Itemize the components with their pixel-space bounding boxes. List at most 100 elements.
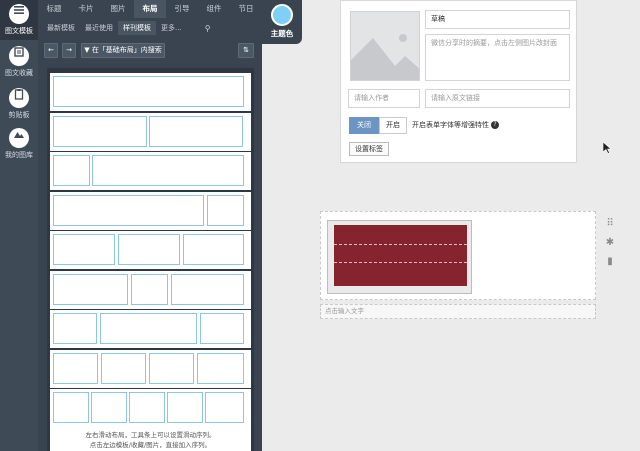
layout-cell	[53, 313, 97, 344]
title-input[interactable]: 草稿	[425, 10, 570, 29]
left-rail: 图文模板 图文收藏 剪贴板 我的图库	[0, 0, 38, 451]
search-scope-button[interactable]: ▼ 在「基础布局」内搜索	[81, 43, 165, 58]
layout-option[interactable]	[50, 389, 251, 427]
enhance-text: 开启表单字体等增强特性	[412, 121, 489, 129]
rail-item-favorites[interactable]: 图文收藏	[0, 42, 38, 82]
search-icon[interactable]: ⚲	[205, 24, 211, 33]
rail-item-label: 我的图库	[5, 151, 33, 159]
toggle-on-button[interactable]: 开启	[379, 117, 407, 134]
tab-1[interactable]: 卡片	[70, 0, 102, 18]
grid-icon[interactable]: ⠿	[603, 218, 617, 230]
layout-cell	[197, 352, 244, 384]
rail-item-label: 图文收藏	[5, 69, 33, 77]
enhance-features-label: 开启表单字体等增强特性?	[412, 117, 499, 134]
subtab-1[interactable]: 最近使用	[80, 21, 118, 35]
rail-item-templates[interactable]: 图文模板	[0, 0, 38, 40]
layout-cell	[200, 313, 244, 344]
layout-cell	[207, 194, 244, 226]
banner-image[interactable]	[334, 225, 467, 286]
tab-6[interactable]: 节日	[230, 0, 262, 18]
block-tools: ⠿ ✱ ▮	[603, 218, 617, 275]
subtab-2[interactable]: 样刊模板	[118, 21, 156, 35]
layout-cell	[205, 392, 244, 423]
author-input[interactable]: 请输入作者	[348, 89, 420, 108]
layout-cell	[118, 234, 180, 265]
rail-item-clipboard[interactable]: 剪贴板	[0, 84, 38, 124]
layout-cell	[183, 234, 244, 265]
layout-option[interactable]	[50, 231, 251, 269]
set-tags-button[interactable]: 设置标签	[349, 142, 389, 156]
template-panel: 标题 卡片 图片 布局 引导 组件 节日 最新模板 最近使用 样刊模板 更多... ⚲ ← → ▼ …	[38, 0, 262, 451]
hint-line: 左右滑动布局，工具条上可以设置滑动序列。	[85, 431, 216, 439]
layout-option[interactable]	[50, 152, 251, 190]
layout-cell	[171, 273, 244, 305]
layout-cell	[149, 115, 243, 147]
caption-input[interactable]: 点击输入文字	[320, 304, 596, 319]
layout-option[interactable]	[50, 191, 251, 230]
arrow-left-icon: ←	[48, 46, 54, 54]
list-icon	[9, 4, 29, 24]
layout-cell	[53, 234, 115, 265]
content-block[interactable]	[320, 211, 596, 300]
article-settings-card: 草稿 微信分享时的摘要，点击左侧图片改封面 请输入作者 请输入原文链接 关闭 开…	[340, 0, 577, 163]
bar-chart-icon[interactable]: ▮	[603, 256, 617, 268]
layout-cell	[53, 76, 244, 107]
theme-color-button[interactable]: 主题色	[262, 0, 302, 44]
back-button[interactable]: ←	[44, 43, 58, 58]
hint-line: 点击左边模板/收藏/图片，直接加入序列。	[89, 441, 212, 449]
theme-color-swatch	[271, 4, 293, 26]
cover-image-placeholder[interactable]	[350, 11, 420, 81]
rail-item-gallery[interactable]: 我的图库	[0, 124, 38, 164]
forward-button[interactable]: →	[62, 43, 76, 58]
theme-color-label: 主题色	[270, 29, 294, 38]
layout-cell	[53, 115, 147, 147]
layout-cell	[167, 392, 203, 423]
banner-divider	[334, 262, 467, 263]
mountain-image-icon	[351, 34, 419, 80]
source-link-input[interactable]: 请输入原文链接	[425, 89, 570, 108]
toggle-off-button[interactable]: 关闭	[349, 117, 379, 134]
layout-cell	[53, 273, 128, 305]
subcategory-tabs: 最新模板 最近使用 样刊模板 更多... ⚲	[38, 18, 262, 38]
tab-0[interactable]: 标题	[38, 0, 70, 18]
subtab-3[interactable]: 更多...	[156, 21, 187, 35]
layout-option[interactable]	[50, 112, 251, 151]
tab-3[interactable]: 布局	[134, 0, 166, 18]
layout-list[interactable]: 左右滑动布局，工具条上可以设置滑动序列。 点击左边模板/收藏/图片，直接加入序列…	[47, 68, 254, 451]
layout-cell	[53, 194, 204, 226]
help-icon[interactable]: ?	[491, 121, 499, 129]
banner-divider	[334, 244, 467, 245]
summary-input[interactable]: 微信分享时的摘要，点击左侧图片改封面	[425, 34, 570, 81]
layout-cell	[53, 392, 89, 423]
gear-icon[interactable]: ✱	[603, 237, 617, 249]
layout-cell	[100, 313, 197, 344]
layout-option[interactable]	[50, 349, 251, 388]
sort-icon: ⇅	[243, 46, 249, 54]
category-tabs: 标题 卡片 图片 布局 引导 组件 节日	[38, 0, 262, 18]
tab-5[interactable]: 组件	[198, 0, 230, 18]
layout-option[interactable]	[50, 270, 251, 309]
mouse-cursor-icon	[602, 141, 612, 156]
layout-hint: 左右滑动布局，工具条上可以设置滑动序列。 点击左边模板/收藏/图片，直接加入序列…	[50, 426, 251, 451]
rail-item-label: 图文模板	[5, 27, 33, 35]
folder-icon	[9, 46, 29, 66]
subtab-0[interactable]: 最新模板	[42, 21, 80, 35]
layout-cell	[131, 273, 168, 305]
layout-option[interactable]	[50, 310, 251, 348]
layout-option[interactable]	[50, 73, 251, 111]
tab-4[interactable]: 引导	[166, 0, 198, 18]
layout-toolbar: ← → ▼ 在「基础布局」内搜索 ⇅	[38, 40, 262, 62]
layout-cell	[53, 352, 98, 384]
layout-cell	[129, 392, 165, 423]
tab-2[interactable]: 图片	[102, 0, 134, 18]
rail-item-label: 剪贴板	[8, 111, 30, 119]
sort-button[interactable]: ⇅	[238, 43, 254, 58]
layout-cell	[53, 155, 90, 186]
search-scope-label: 在「基础布局」内搜索	[91, 46, 162, 54]
layout-cell	[91, 392, 127, 423]
mountain-image-icon	[9, 128, 29, 148]
layout-cell	[149, 352, 194, 384]
arrow-right-icon: →	[66, 46, 72, 54]
banner-frame[interactable]	[327, 220, 472, 294]
layout-cell	[92, 155, 244, 186]
